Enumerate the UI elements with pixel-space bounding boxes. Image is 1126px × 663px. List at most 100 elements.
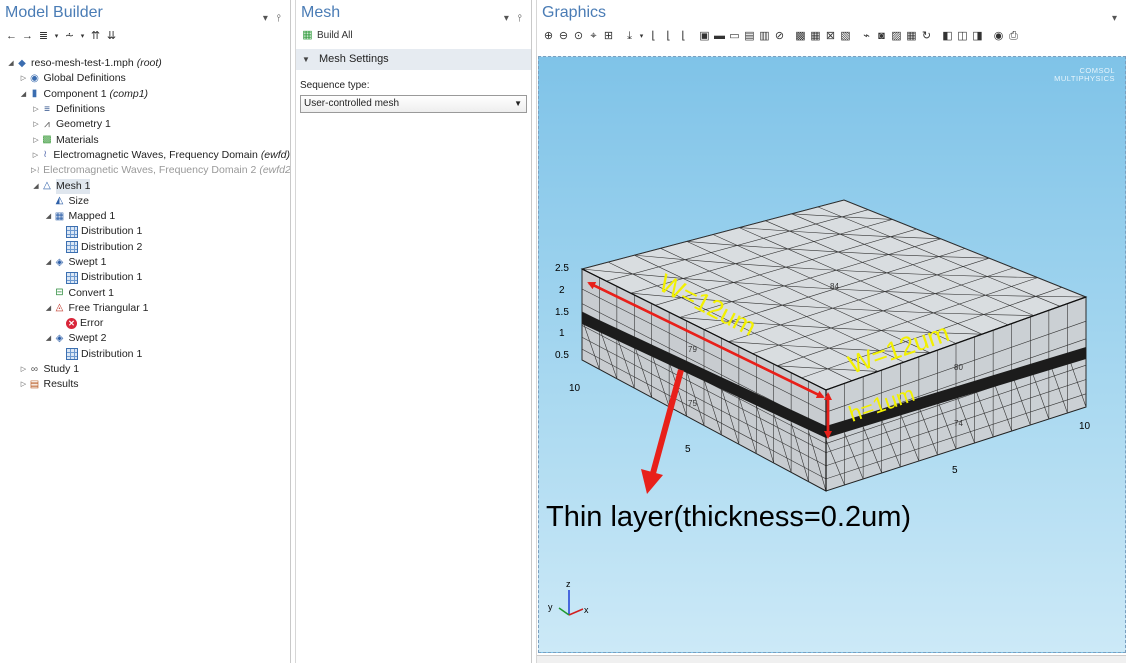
expanded-triangle-icon[interactable]: ◢ xyxy=(31,179,41,194)
build-all-button[interactable]: ▦ Build All xyxy=(296,27,531,43)
tree-node[interactable]: ▷ ≀ Electromagnetic Waves, Frequency Domai… xyxy=(0,163,290,178)
study-icon: ∞ xyxy=(30,363,39,375)
tree-node[interactable]: ◢ ▦ Mapped 1 xyxy=(0,209,290,224)
error-icon: ✕ xyxy=(66,318,77,330)
tree-node[interactable]: ◭ Size xyxy=(0,194,290,209)
graphics-title-text: Graphics xyxy=(542,4,607,21)
collapsed-triangle-icon[interactable]: ▷ xyxy=(19,377,29,392)
tree-node[interactable]: ◢ ◆ reso-mesh-test-1.mph (root) xyxy=(0,56,290,71)
tree-node[interactable]: ▷ ◉ Global Definitions xyxy=(0,71,290,86)
collapsed-triangle-icon[interactable]: ▷ xyxy=(19,71,29,86)
mesh-icon: △ xyxy=(43,180,51,192)
tree-node[interactable]: ▷ ▤ Results xyxy=(0,377,290,392)
tree-node[interactable]: ▷ ≀ Electromagnetic Waves, Frequency Domai… xyxy=(0,148,290,163)
view-yz-icon[interactable]: ⌊ xyxy=(662,30,675,43)
zoom-out-icon[interactable]: ⊖ xyxy=(557,30,570,43)
zoom-selected-icon[interactable]: ⌖ xyxy=(587,30,600,43)
z-tick-label: 1.5 xyxy=(555,307,569,318)
filter-icon[interactable]: ⩪ xyxy=(63,30,76,43)
tree-node[interactable]: ▷ ≡ Definitions xyxy=(0,102,290,117)
tree-node[interactable]: Distribution 1 xyxy=(0,270,290,285)
tree-node[interactable]: Distribution 1 xyxy=(0,224,290,239)
mesh-geometry-view: 2.5 2 1.5 1 0.5 10 5 10 5 84 79 75 80 74… xyxy=(548,199,1091,616)
print-icon[interactable]: ⎙ xyxy=(1007,30,1020,43)
expanded-triangle-icon[interactable]: ◢ xyxy=(44,255,54,270)
forward-arrow-icon[interactable]: → xyxy=(21,30,34,43)
graphics-canvas[interactable]: COMSOL MULTIPHYSICS 2.5 2 1.5 1 0.5 10 5… xyxy=(538,56,1126,653)
rotate-axis-icon[interactable]: ⤓ xyxy=(623,30,636,43)
sequence-type-select[interactable]: User-controlled mesh ▼ xyxy=(300,95,527,113)
expanded-triangle-icon[interactable]: ◢ xyxy=(19,87,29,102)
collapsed-triangle-icon[interactable]: ▷ xyxy=(19,362,29,377)
tree-node[interactable]: ◢ ◈ Swept 2 xyxy=(0,331,290,346)
screen-layout-left-icon[interactable]: ◧ xyxy=(941,30,954,43)
zoom-extents-icon[interactable]: ⊞ xyxy=(602,30,615,43)
tree-node[interactable]: ▷ ⩘ Geometry 1 xyxy=(0,117,290,132)
refresh-icon[interactable]: ↻ xyxy=(920,30,933,43)
camera-icon[interactable]: ◉ xyxy=(992,30,1005,43)
transparency-icon[interactable]: ⌁ xyxy=(860,30,873,43)
tree-node[interactable]: ◢ ◬ Free Triangular 1 xyxy=(0,301,290,316)
tree-node[interactable]: ◢ ▮ Component 1 (comp1) xyxy=(0,87,290,102)
build-all-icon: ▦ xyxy=(302,28,313,41)
render-solid-icon[interactable]: ▬ xyxy=(713,30,726,43)
tree-node-label: Materials xyxy=(56,133,99,146)
select-all-icon[interactable]: ▧ xyxy=(839,30,852,43)
screen-layout-right-icon[interactable]: ◨ xyxy=(971,30,984,43)
collapse-all-icon[interactable]: ⇊ xyxy=(105,30,118,43)
panel-pin-icon[interactable]: ▾ ⫯ xyxy=(504,6,525,32)
tree-node[interactable]: ◢ △ Mesh 1 xyxy=(0,178,290,194)
grid-icon[interactable]: ▨ xyxy=(890,30,903,43)
distribution-icon xyxy=(66,271,78,284)
tree-node-label: reso-mesh-test-1.mph xyxy=(31,57,134,70)
tree-node[interactable]: ▷ ▩ Materials xyxy=(0,132,290,147)
deselect-icon[interactable]: ⊠ xyxy=(824,30,837,43)
dropdown-arrow-icon[interactable]: ▾ xyxy=(79,30,86,43)
select-icon[interactable]: ▣ xyxy=(698,30,711,43)
view-zx-icon[interactable]: ⌊ xyxy=(677,30,690,43)
expanded-triangle-icon[interactable]: ◢ xyxy=(44,331,54,346)
component-icon: ▮ xyxy=(31,88,38,100)
collapsed-triangle-icon[interactable]: ▷ xyxy=(31,148,40,163)
tree-node[interactable]: ⊟ Convert 1 xyxy=(0,285,290,300)
zoom-in-icon[interactable]: ⊕ xyxy=(542,30,555,43)
tree-node[interactable]: Distribution 1 xyxy=(0,347,290,362)
axis-orientation-icon[interactable]: ▦ xyxy=(905,30,918,43)
tree-node[interactable]: ✕ Error xyxy=(0,316,290,331)
view-xy-icon[interactable]: ⌊ xyxy=(647,30,660,43)
expanded-triangle-icon[interactable]: ◢ xyxy=(44,301,54,316)
select-boundary-icon[interactable]: ▦ xyxy=(809,30,822,43)
back-arrow-icon[interactable]: ← xyxy=(5,30,18,43)
panel-pin-icon[interactable]: ▾ ⫯ xyxy=(263,6,284,32)
distribution-icon xyxy=(66,241,78,254)
graphics-panel: Graphics ▾ ⊕ ⊖ ⊙ ⌖ ⊞ ⤓ ▾ ⌊ ⌊ ⌊ ▣ ▬ ▭ ▤ ▥… xyxy=(536,0,1126,663)
scene-light-icon[interactable]: ◙ xyxy=(875,30,888,43)
collapsed-triangle-icon[interactable]: ▷ xyxy=(31,117,41,132)
list-view-icon[interactable]: ≣ xyxy=(37,30,50,43)
dropdown-arrow-icon[interactable]: ▾ xyxy=(638,30,645,43)
screen-layout-full-icon[interactable]: ◫ xyxy=(956,30,969,43)
triad-x-label: x xyxy=(584,605,589,615)
render-lights-icon[interactable]: ▥ xyxy=(758,30,771,43)
axis-triad: z x y xyxy=(548,579,589,616)
render-transparency-icon[interactable]: ▤ xyxy=(743,30,756,43)
dropdown-arrow-icon[interactable]: ▾ xyxy=(53,30,60,43)
render-wireframe-icon[interactable]: ▭ xyxy=(728,30,741,43)
z-tick-label: 2.5 xyxy=(555,263,569,274)
select-domain-icon[interactable]: ▩ xyxy=(794,30,807,43)
mesh-settings-section-header[interactable]: ▼ Mesh Settings xyxy=(296,49,531,70)
hide-icon[interactable]: ⊘ xyxy=(773,30,786,43)
swept-icon: ◈ xyxy=(55,332,64,344)
tree-node[interactable]: ◢ ◈ Swept 1 xyxy=(0,255,290,270)
tree-node[interactable]: Distribution 2 xyxy=(0,240,290,255)
panel-pin-icon[interactable]: ▾ xyxy=(1112,6,1120,32)
expanded-triangle-icon[interactable]: ◢ xyxy=(44,209,54,224)
expand-all-icon[interactable]: ⇈ xyxy=(89,30,102,43)
tree-node-tag: (ewfd2) xyxy=(259,164,291,177)
tree-node[interactable]: ▷ ∞ Study 1 xyxy=(0,362,290,377)
zoom-box-icon[interactable]: ⊙ xyxy=(572,30,585,43)
collapsed-triangle-icon[interactable]: ▷ xyxy=(31,133,41,148)
collapsed-triangle-icon[interactable]: ▷ xyxy=(31,102,41,117)
expanded-triangle-icon[interactable]: ◢ xyxy=(6,56,16,71)
z-tick-label: 0.5 xyxy=(555,350,569,361)
